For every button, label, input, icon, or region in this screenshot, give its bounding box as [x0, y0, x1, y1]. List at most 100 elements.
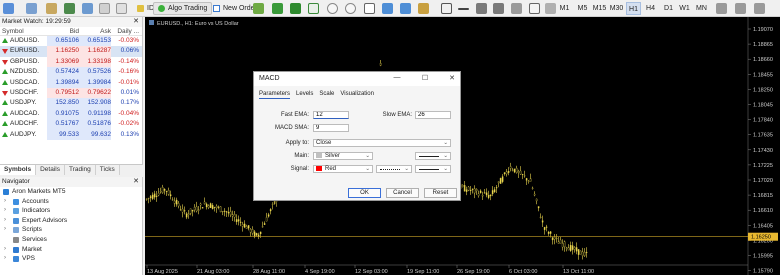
timeframe-m5[interactable]: M5	[575, 2, 590, 15]
navigator-item[interactable]: › Expert Advisors	[0, 216, 142, 226]
chart-settings-icon[interactable]	[735, 3, 746, 14]
data-window-icon[interactable]	[99, 3, 110, 14]
navigator-item[interactable]: › Accounts	[0, 197, 142, 207]
tab-details[interactable]: Details	[36, 165, 65, 175]
new-file-icon[interactable]	[3, 3, 14, 14]
navigator-item[interactable]: › Market	[0, 245, 142, 255]
column-header-bid[interactable]: Bid	[47, 27, 79, 35]
trendline-icon[interactable]	[476, 3, 487, 14]
table-row[interactable]: NZDUSD. 0.57424 0.57526 -0.16%	[0, 67, 142, 78]
timeframe-m15[interactable]: M15	[592, 2, 607, 15]
tab-trading[interactable]: Trading	[65, 165, 96, 175]
ok-button[interactable]: OK	[348, 188, 381, 198]
zoom-in-icon[interactable]	[327, 3, 338, 14]
main-style-select[interactable]: ⌄	[415, 152, 451, 160]
table-row[interactable]: AUDCAD. 0.91075 0.91198 -0.04%	[0, 108, 142, 120]
candle-body	[485, 192, 488, 196]
table-row[interactable]: GBPUSD. 1.33069 1.33198 -0.14%	[0, 56, 142, 68]
expand-icon[interactable]: ›	[4, 254, 6, 264]
navigator-toggle-icon[interactable]	[82, 3, 93, 14]
maximize-icon[interactable]: ☐	[420, 74, 430, 82]
close-icon[interactable]: ✕	[133, 177, 139, 187]
column-header-symbol[interactable]: Symbol	[0, 27, 47, 35]
cancel-button[interactable]: Cancel	[386, 188, 419, 198]
algo-trading-button[interactable]: Algo Trading	[153, 2, 213, 15]
slow-ema-input[interactable]	[415, 111, 451, 119]
expand-icon[interactable]: ›	[4, 245, 6, 255]
candle-body	[267, 214, 270, 217]
timeframe-mn[interactable]: MN	[694, 2, 709, 15]
navigator-item[interactable]: Aron Markets MT5	[0, 187, 142, 197]
timeframe-m1[interactable]: M1	[557, 2, 572, 15]
price-chart[interactable]: 1.19070 1.18865 1.18660 1.18455 1.18250 1.180…	[145, 17, 780, 275]
table-row[interactable]: AUDCHF. 0.51767 0.51876 -0.02%	[0, 119, 142, 130]
candle-chart-icon[interactable]	[290, 3, 301, 14]
text-tool-icon[interactable]	[529, 3, 540, 14]
tab-parameters[interactable]: Parameters	[259, 91, 291, 99]
candle-body	[571, 245, 574, 250]
timeframe-h4[interactable]: H4	[643, 2, 658, 15]
zoom-out-icon[interactable]	[345, 3, 356, 14]
market-watch-toggle-icon[interactable]	[64, 3, 75, 14]
timeframe-w1[interactable]: W1	[677, 2, 692, 15]
minimize-icon[interactable]: —	[392, 74, 402, 81]
chart-type-icon[interactable]	[26, 3, 37, 14]
dialog-titlebar[interactable]: MACD — ☐ ✕	[254, 72, 460, 86]
bar-chart-icon[interactable]	[272, 3, 283, 14]
expand-icon[interactable]: ›	[4, 206, 6, 216]
tab-symbols[interactable]: Symbols	[0, 165, 37, 175]
expand-icon[interactable]: ›	[4, 216, 6, 226]
timeframe-d1[interactable]: D1	[661, 2, 676, 15]
expand-icon[interactable]: ›	[4, 197, 6, 207]
reset-button[interactable]: Reset	[424, 188, 457, 198]
navigator-item[interactable]: › Scripts	[0, 225, 142, 235]
column-header-ask[interactable]: Ask	[79, 27, 111, 35]
grid-icon[interactable]	[364, 3, 375, 14]
navigator-item[interactable]: › VPS	[0, 254, 142, 264]
ask-cell: 99.632	[79, 129, 111, 140]
table-row[interactable]: AUDJPY. 99.533 99.632 0.13%	[0, 129, 142, 140]
shapes-icon[interactable]	[545, 3, 556, 14]
navigator-item[interactable]: › Indicators	[0, 206, 142, 216]
expand-icon[interactable]: ›	[4, 225, 6, 235]
table-row[interactable]: EURUSD. 1.16250 1.16287 0.06%	[0, 46, 142, 57]
channel-icon[interactable]	[493, 3, 504, 14]
tab-scale[interactable]: Scale	[319, 91, 334, 99]
signal-color-select[interactable]: Red ⌄	[313, 165, 373, 173]
close-icon[interactable]: ✕	[133, 17, 139, 27]
signal-width-select[interactable]: ⌄	[415, 165, 451, 173]
line-chart-icon[interactable]	[308, 3, 319, 14]
screenshot-icon[interactable]	[754, 3, 765, 14]
macd-sma-input[interactable]	[313, 124, 349, 132]
algo-trading-icon	[158, 5, 165, 12]
signal-style-select[interactable]: ⌄	[376, 165, 412, 173]
table-row[interactable]: USDCAD. 1.39894 1.39984 -0.01%	[0, 77, 142, 88]
timeframe-menu-icon[interactable]	[716, 3, 727, 14]
tab-visualization[interactable]: Visualization	[340, 91, 374, 99]
horizontal-line-icon[interactable]	[458, 8, 469, 10]
fibonacci-icon[interactable]	[511, 3, 522, 14]
indicators-list-icon[interactable]	[418, 3, 429, 14]
timeframe-h1[interactable]: H1	[626, 2, 641, 15]
close-icon[interactable]: ✕	[447, 74, 457, 82]
chart-shift-icon[interactable]	[400, 3, 411, 14]
tab-ticks[interactable]: Ticks	[96, 165, 120, 175]
chart-canvas[interactable]: 1.19070 1.18865 1.18660 1.18455 1.18250 1.180…	[145, 17, 780, 275]
table-row[interactable]: USDCHF. 0.79512 0.79622 0.01%	[0, 87, 142, 99]
candle-body	[495, 187, 498, 189]
timeframe-m30[interactable]: M30	[609, 2, 624, 15]
accounts-icon	[13, 198, 19, 205]
tab-levels[interactable]: Levels	[296, 91, 313, 99]
fast-ema-input[interactable]	[313, 111, 349, 119]
buy-sell-icon[interactable]	[253, 3, 264, 14]
autoscroll-icon[interactable]	[382, 3, 393, 14]
profiles-icon[interactable]	[46, 3, 57, 14]
terminal-icon[interactable]	[116, 3, 127, 14]
apply-to-select[interactable]: Close ⌄	[313, 139, 451, 147]
table-row[interactable]: AUDUSD. 0.65106 0.65153 -0.03%	[0, 36, 142, 47]
column-header-daily-change[interactable]: Daily ...	[111, 27, 141, 35]
navigator-item[interactable]: Services	[0, 235, 142, 245]
main-color-select[interactable]: Silver ⌄	[313, 152, 373, 160]
table-row[interactable]: USDJPY. 152.850 152.908 0.17%	[0, 98, 142, 109]
crosshair-icon[interactable]	[441, 3, 452, 14]
